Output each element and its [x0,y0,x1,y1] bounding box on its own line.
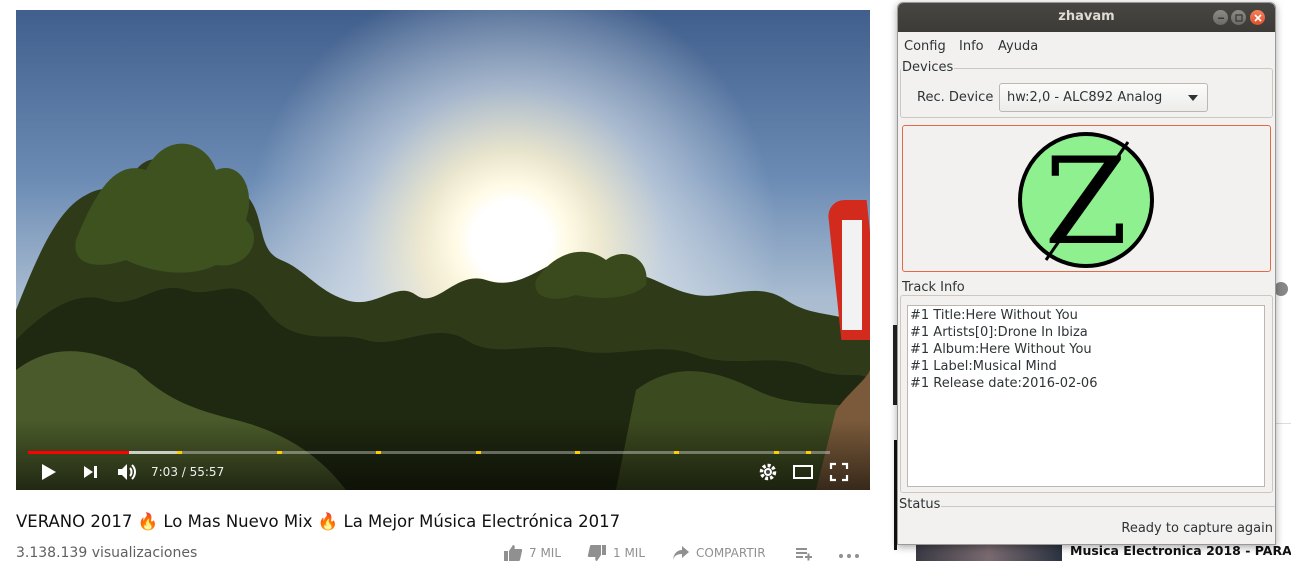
sidebar-video-thumbnail[interactable] [916,545,1062,561]
chapter-marker [805,451,811,454]
chevron-down-icon [1188,95,1198,101]
more-horizontal-icon [839,554,859,558]
track-info-line: #1 Title:Here Without You [910,308,1078,323]
race-banner-panel [842,220,862,330]
share-button[interactable]: COMPARTIR [672,545,766,561]
status-message: Ready to capture again [1121,521,1273,536]
fullscreen-icon [829,462,849,482]
close-button[interactable] [1250,10,1265,25]
share-label: COMPARTIR [696,546,766,560]
menu-bar: Config Info Ayuda [898,32,1275,60]
rec-device-label: Rec. Device [917,90,994,105]
time-display: 7:03 / 55:57 [151,465,225,479]
chapter-marker [773,451,779,454]
like-count: 7 MIL [529,546,562,560]
thumbs-up-icon [504,545,523,561]
controls-gradient [16,420,870,490]
theater-mode-button[interactable] [792,462,814,482]
maximize-button[interactable] [1231,10,1246,25]
progress-bar[interactable] [28,451,830,454]
fullscreen-button[interactable] [829,462,849,482]
zhavam-window: zhavam Config Info Ayuda Devices Rec. De… [897,2,1276,545]
volume-icon [118,464,136,480]
chapter-marker [376,451,382,454]
rec-device-select[interactable]: hw:2,0 - ALC892 Analog [999,83,1208,112]
chapter-marker [177,451,183,454]
view-count: 3.138.139 visualizaciones [16,545,198,561]
play-button[interactable] [40,462,58,482]
chapter-marker [574,451,580,454]
chapter-marker [475,451,481,454]
dislike-button[interactable]: 1 MIL [587,545,645,561]
next-button[interactable] [82,462,100,482]
track-info-textarea[interactable]: #1 Title:Here Without You #1 Artists[0]:… [907,305,1265,487]
thumbs-down-icon [587,545,606,561]
menu-info[interactable]: Info [959,39,984,54]
autoplay-toggle-knob[interactable] [1274,282,1288,296]
chapter-marker [276,451,282,454]
like-button[interactable]: 7 MIL [503,545,561,561]
track-info-line: #1 Release date:2016-02-06 [910,376,1098,391]
sidebar-video-title[interactable]: Musica Electronica 2018 - PARA [1070,543,1291,558]
playlist-add-icon [796,548,812,561]
devices-group-label: Devices [901,60,955,75]
progress-played [28,451,130,454]
zhavam-logo-icon: Z [1018,132,1154,270]
settings-button[interactable] [758,462,778,482]
chapter-marker [674,451,680,454]
theater-icon [793,465,813,479]
track-info-line: #1 Label:Musical Mind [910,359,1057,374]
sidebar-divider [1274,423,1291,424]
capture-logo-button[interactable]: Z [902,125,1271,272]
minimize-icon [1217,17,1224,19]
video-frame-trees [16,143,870,490]
minimize-button[interactable] [1213,10,1228,25]
menu-config[interactable]: Config [904,39,946,54]
play-icon [42,464,56,480]
close-icon [1253,13,1262,22]
track-info-line: #1 Artists[0]:Drone In Ibiza [910,325,1088,340]
more-actions-button[interactable] [838,545,860,561]
video-title: VERANO 2017 🔥 Lo Mas Nuevo Mix 🔥 La Mejo… [16,512,621,531]
next-icon [84,466,97,478]
menu-ayuda[interactable]: Ayuda [998,39,1038,54]
track-info-group-label: Track Info [901,280,966,295]
rec-device-value: hw:2,0 - ALC892 Analog [1007,90,1163,105]
maximize-icon [1234,13,1243,22]
dislike-count: 1 MIL [613,546,646,560]
status-group-label: Status [898,497,942,512]
track-info-line: #1 Album:Here Without You [910,342,1092,357]
video-player[interactable]: 7:03 / 55:57 [16,10,870,490]
window-titlebar[interactable]: zhavam [898,3,1275,32]
gear-icon [759,463,777,481]
add-to-playlist-button[interactable] [795,545,813,561]
volume-button[interactable] [116,462,138,482]
share-icon [673,546,689,560]
